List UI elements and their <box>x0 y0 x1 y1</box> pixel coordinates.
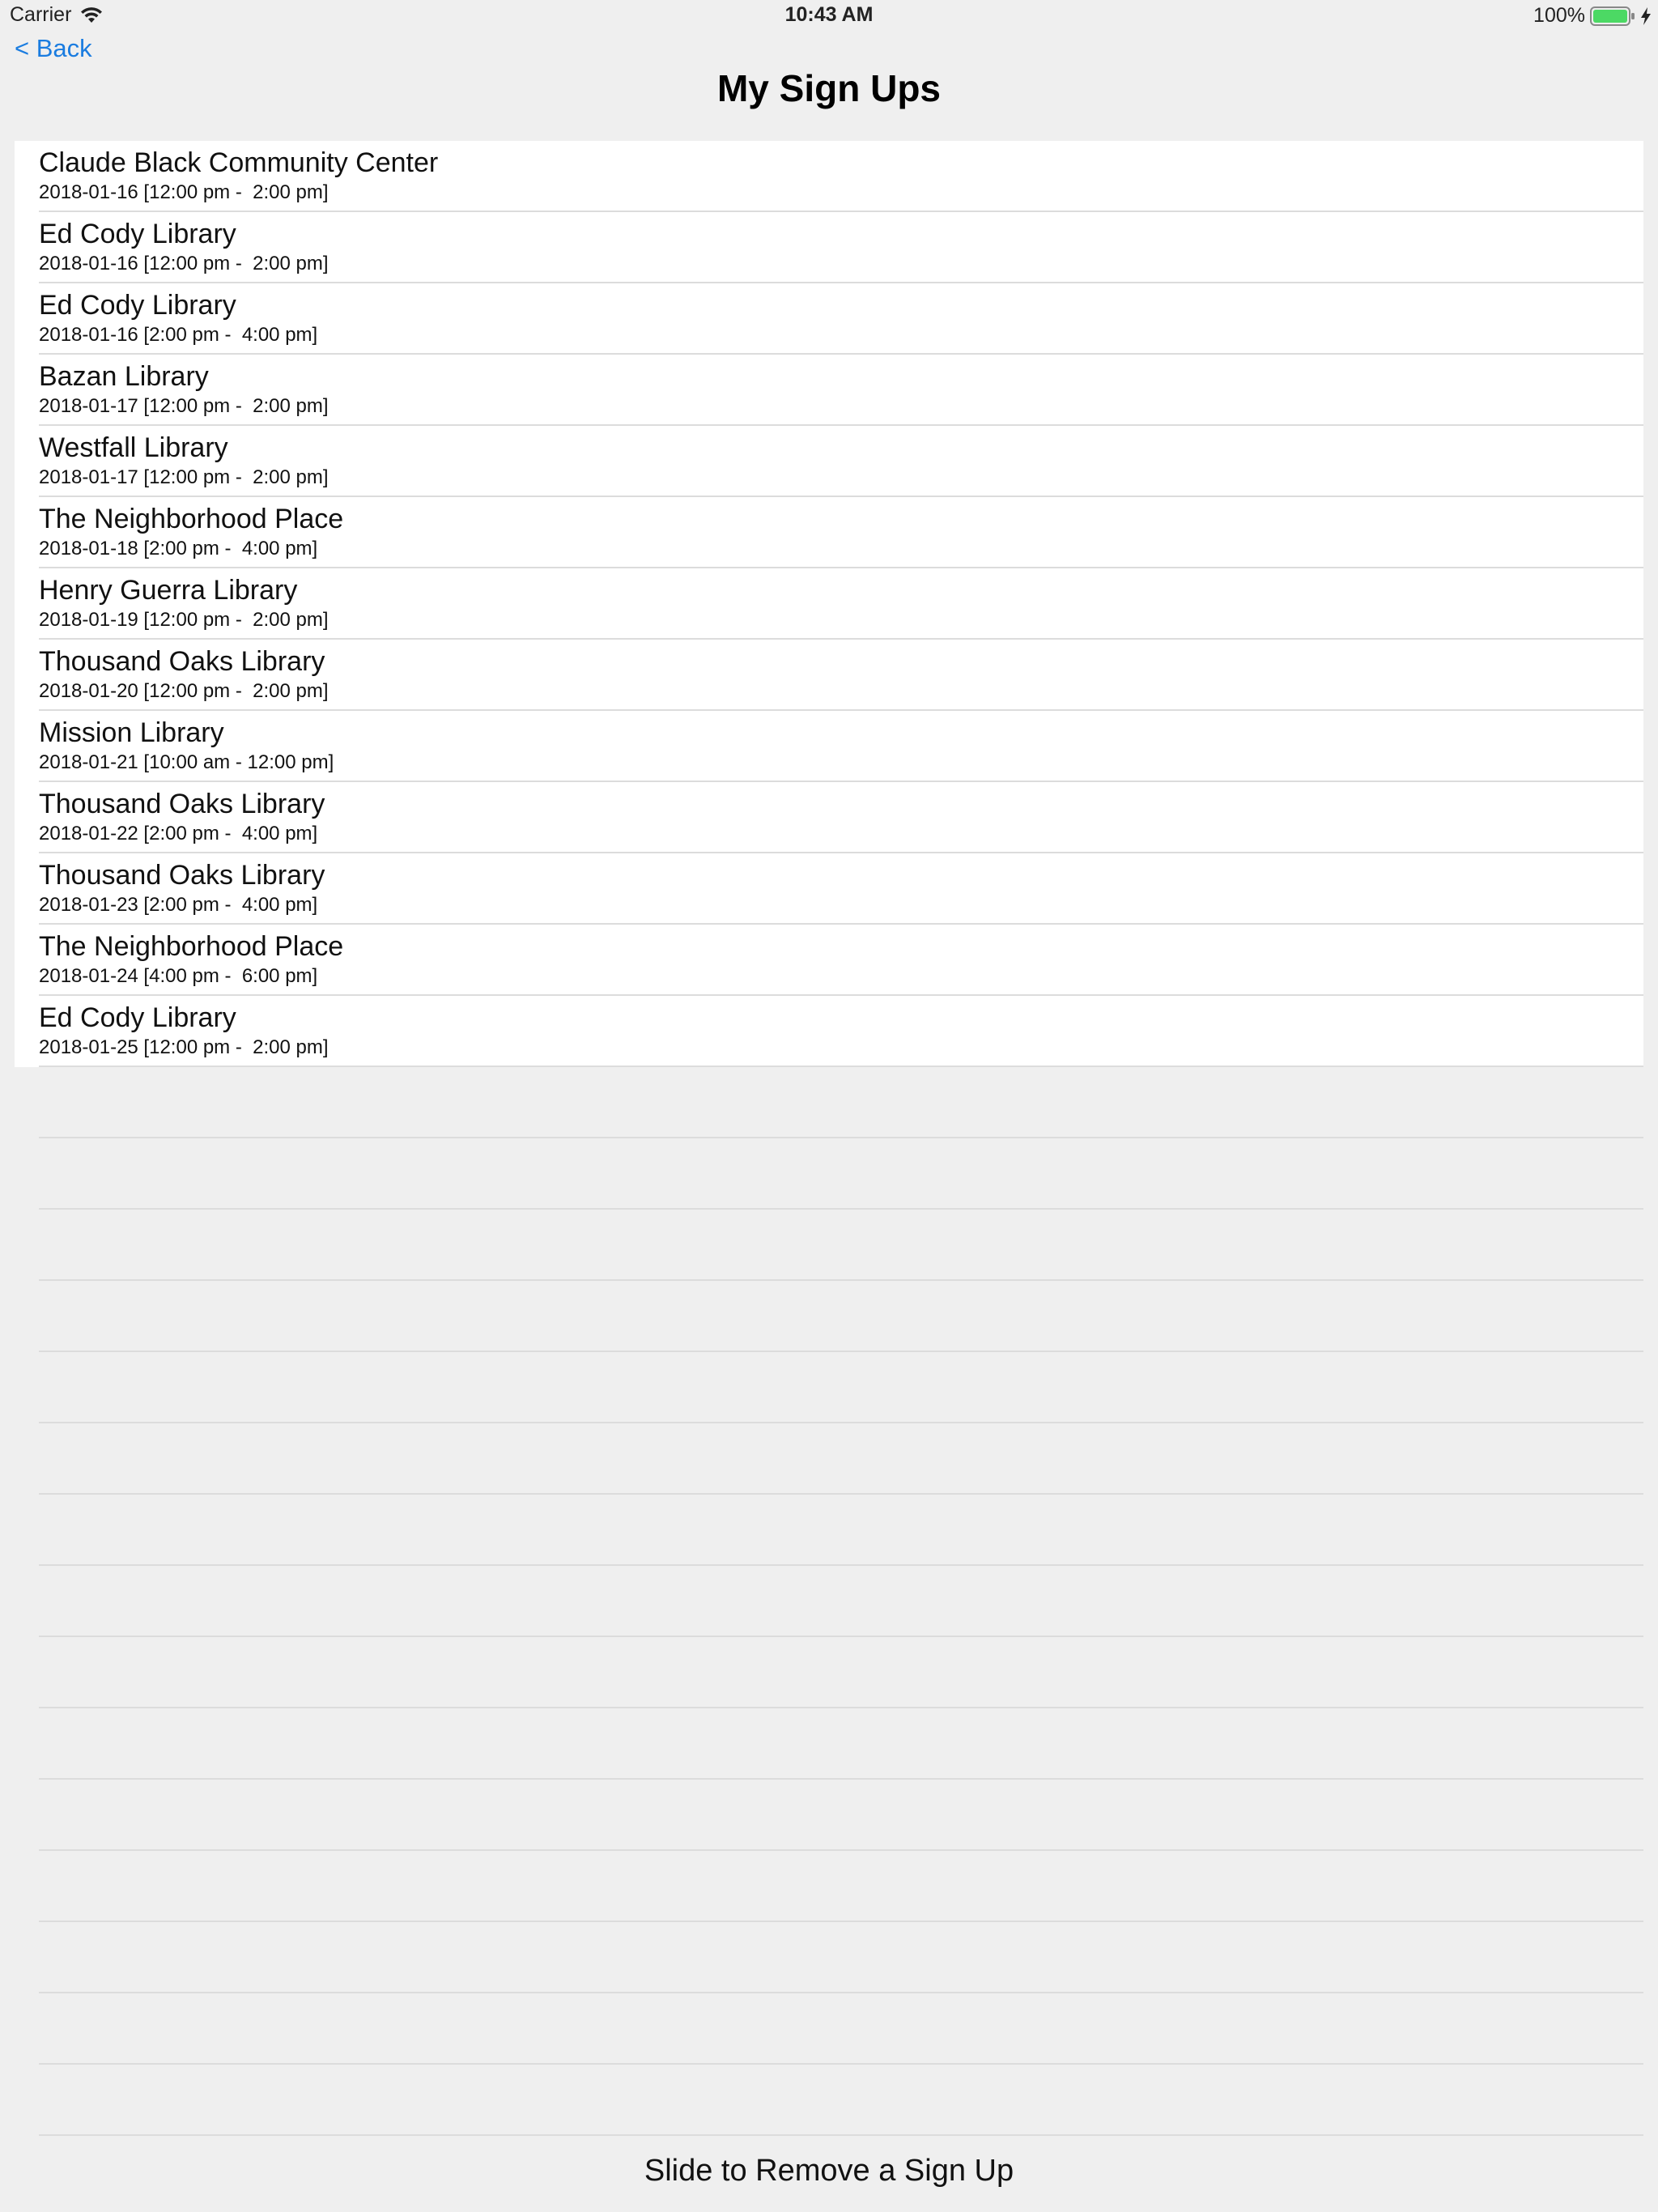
status-time: 10:43 AM <box>784 3 874 26</box>
empty-row-separator <box>39 1851 1643 1922</box>
empty-row-separator <box>39 1495 1643 1566</box>
signup-time: 2018-01-16 [12:00 pm - 2:00 pm] <box>39 181 329 203</box>
empty-row-separator <box>39 1922 1643 1993</box>
signup-time: 2018-01-21 [10:00 am - 12:00 pm] <box>39 751 334 773</box>
signup-row[interactable]: Thousand Oaks Library 2018-01-23 [2:00 pm… <box>15 853 1643 925</box>
signup-time: 2018-01-19 [12:00 pm - 2:00 pm] <box>39 609 329 631</box>
signup-location: Thousand Oaks Library <box>39 646 325 677</box>
signup-row[interactable]: Thousand Oaks Library 2018-01-22 [2:00 pm… <box>15 782 1643 853</box>
signup-row[interactable]: Westfall Library 2018-01-17 [12:00 pm - 2… <box>15 426 1643 497</box>
signup-time: 2018-01-24 [4:00 pm - 6:00 pm] <box>39 965 318 987</box>
back-button[interactable]: < Back <box>15 34 92 63</box>
signup-time: 2018-01-20 [12:00 pm - 2:00 pm] <box>39 680 329 702</box>
signup-time: 2018-01-17 [12:00 pm - 2:00 pm] <box>39 466 329 488</box>
signup-time: 2018-01-25 [12:00 pm - 2:00 pm] <box>39 1036 329 1058</box>
empty-row-separator <box>39 1566 1643 1637</box>
signup-location: Westfall Library <box>39 432 228 463</box>
empty-table-area <box>39 1067 1643 2136</box>
signup-location: Thousand Oaks Library <box>39 789 325 819</box>
signup-time: 2018-01-22 [2:00 pm - 4:00 pm] <box>39 823 318 844</box>
empty-row-separator <box>39 1423 1643 1495</box>
signup-location: The Neighborhood Place <box>39 504 344 534</box>
empty-row-separator <box>39 1637 1643 1708</box>
signup-location: Ed Cody Library <box>39 219 236 249</box>
signup-row[interactable]: The Neighborhood Place 2018-01-18 [2:00 p… <box>15 497 1643 568</box>
signup-row[interactable]: Henry Guerra Library 2018-01-19 [12:00 pm… <box>15 568 1643 640</box>
signup-row[interactable]: Ed Cody Library 2018-01-16 [2:00 pm - 4:0… <box>15 283 1643 355</box>
signup-list: Claude Black Community Center 2018-01-16 … <box>15 141 1643 1067</box>
signup-row[interactable]: Ed Cody Library 2018-01-25 [12:00 pm - 2:… <box>15 996 1643 1067</box>
signup-time: 2018-01-23 [2:00 pm - 4:00 pm] <box>39 894 318 916</box>
empty-row-separator <box>39 1352 1643 1423</box>
battery-indicator: 100% <box>1533 4 1652 28</box>
empty-row-separator <box>39 1138 1643 1210</box>
signup-location: Ed Cody Library <box>39 290 236 321</box>
empty-row-separator <box>39 1067 1643 1138</box>
battery-icon <box>1590 6 1635 26</box>
signup-location: Mission Library <box>39 717 224 748</box>
empty-row-separator <box>39 1708 1643 1780</box>
signup-row[interactable]: Bazan Library 2018-01-17 [12:00 pm - 2:00… <box>15 355 1643 426</box>
empty-row-separator <box>39 1210 1643 1281</box>
signup-row[interactable]: Thousand Oaks Library 2018-01-20 [12:00 p… <box>15 640 1643 711</box>
signup-location: Thousand Oaks Library <box>39 860 325 891</box>
empty-row-separator <box>39 1780 1643 1851</box>
empty-row-separator <box>39 1281 1643 1352</box>
page-title: My Sign Ups <box>716 67 942 109</box>
signup-location: The Neighborhood Place <box>39 931 344 962</box>
signup-location: Bazan Library <box>39 361 209 392</box>
battery-percent: 100% <box>1533 4 1585 27</box>
slide-to-remove-hint: Slide to Remove a Sign Up <box>644 2154 1014 2188</box>
signup-location: Henry Guerra Library <box>39 575 298 606</box>
charging-bolt-icon <box>1640 6 1652 25</box>
signup-time: 2018-01-18 [2:00 pm - 4:00 pm] <box>39 538 318 559</box>
status-bar: Carrier 10:43 AM 100% <box>0 0 1658 32</box>
signup-row[interactable]: The Neighborhood Place 2018-01-24 [4:00 p… <box>15 925 1643 996</box>
signup-row[interactable]: Ed Cody Library 2018-01-16 [12:00 pm - 2:… <box>15 212 1643 283</box>
signup-time: 2018-01-17 [12:00 pm - 2:00 pm] <box>39 395 329 417</box>
signup-location: Ed Cody Library <box>39 1002 236 1033</box>
empty-row-separator <box>39 2065 1643 2136</box>
empty-row-separator <box>39 1993 1643 2065</box>
signup-time: 2018-01-16 [2:00 pm - 4:00 pm] <box>39 324 318 346</box>
signup-location: Claude Black Community Center <box>39 147 439 178</box>
signup-row[interactable]: Claude Black Community Center 2018-01-16 … <box>15 141 1643 212</box>
signup-time: 2018-01-16 [12:00 pm - 2:00 pm] <box>39 253 329 274</box>
signup-row[interactable]: Mission Library 2018-01-21 [10:00 am - 12… <box>15 711 1643 782</box>
